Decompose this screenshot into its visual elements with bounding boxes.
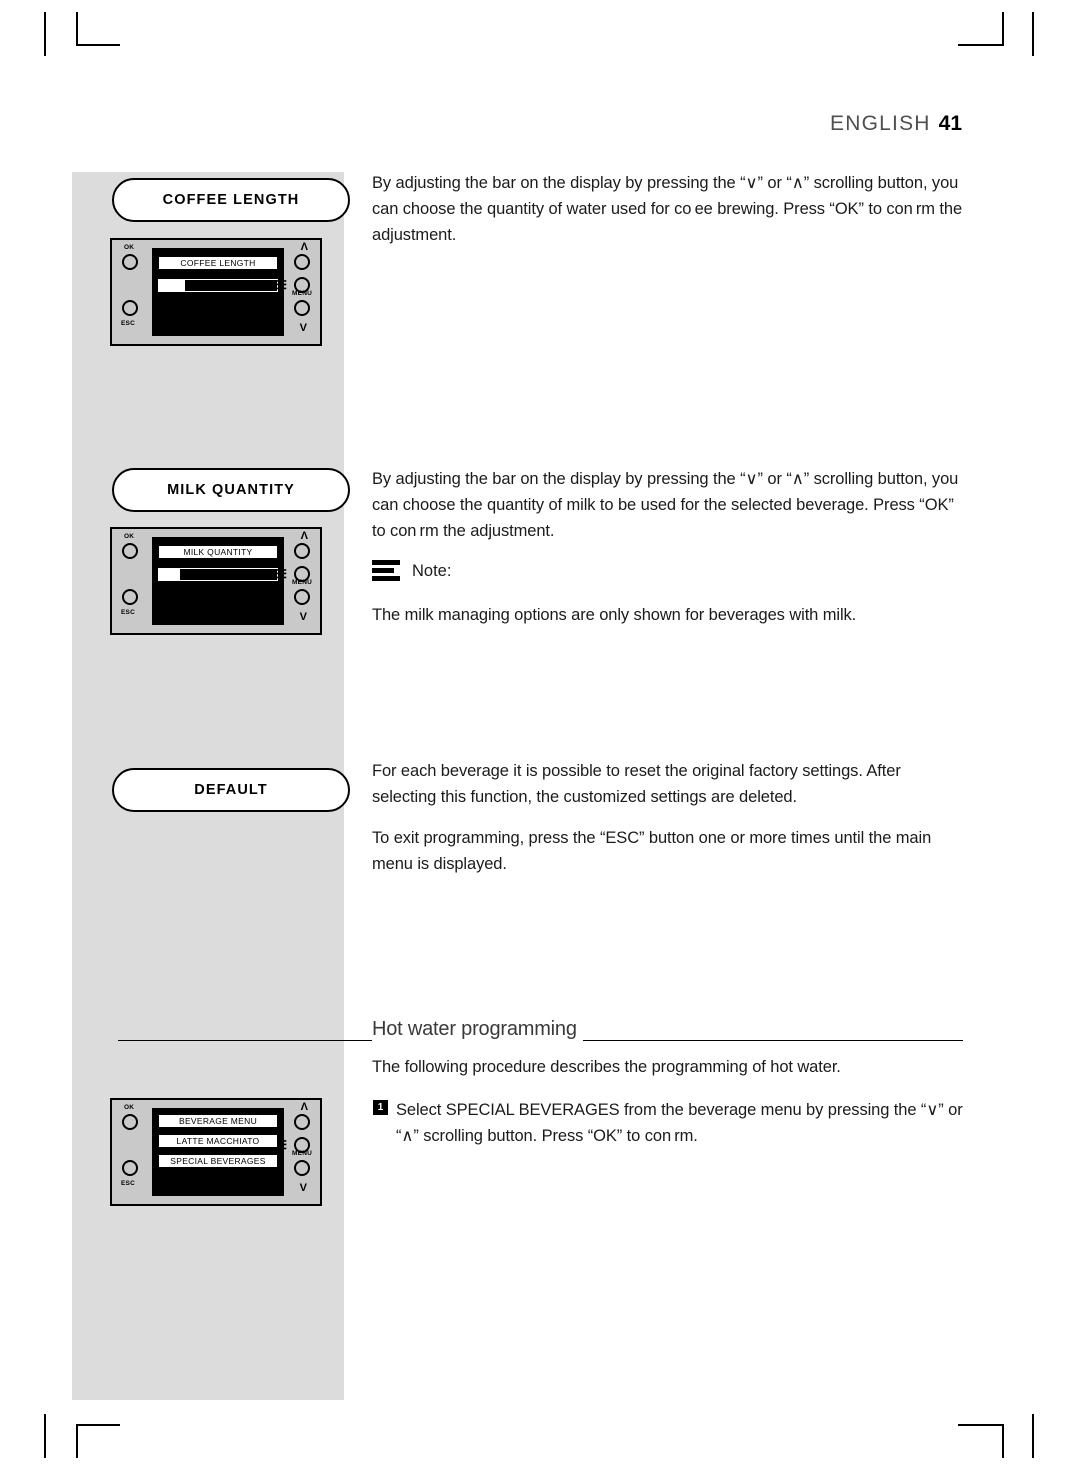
lcd-quantity-bar <box>158 279 278 292</box>
section-pill-label: COFFEE LENGTH <box>162 192 300 208</box>
chevron-up-icon: Λ <box>300 1101 308 1113</box>
esc-label: ESC <box>121 320 135 327</box>
section-pill-coffee-length: COFFEE LENGTH <box>112 178 350 222</box>
hot-water-title: Hot water programming <box>372 1018 583 1041</box>
lcd-line-title: COFFEE LENGTH <box>158 256 278 270</box>
lcd-line-3: SPECIAL BEVERAGES <box>158 1154 278 1168</box>
menu-label: MENU <box>292 579 312 586</box>
crop-mark-bottom-right-vertical <box>1032 1414 1034 1458</box>
crop-mark-bottom-right-v2 <box>1002 1424 1004 1458</box>
crop-mark-top-right-horizontal <box>958 44 1002 46</box>
machine-panel-coffee-length: COFFEE LENGTH OK ESC Λ ☱ MENU V <box>110 238 322 346</box>
panel-screen: BEVERAGE MENU LATTE MACCHIATO SPECIAL BE… <box>152 1108 284 1196</box>
crop-mark-top-left-horizontal <box>76 44 120 46</box>
esc-button[interactable] <box>122 1160 138 1176</box>
ok-label: OK <box>124 533 135 540</box>
hot-water-intro: The following procedure describes the pr… <box>372 1058 841 1076</box>
lcd-quantity-bar <box>158 568 278 581</box>
menu-label: MENU <box>292 1150 312 1157</box>
chevron-down-icon: V <box>299 611 307 623</box>
esc-label: ESC <box>121 1180 135 1187</box>
ok-button[interactable] <box>122 543 138 559</box>
up-scroll-button[interactable] <box>294 254 310 270</box>
esc-button[interactable] <box>122 589 138 605</box>
esc-button[interactable] <box>122 300 138 316</box>
lcd-line-title: MILK QUANTITY <box>158 545 278 559</box>
aroma-icon: ☱ <box>276 567 287 581</box>
lcd-line-1: BEVERAGE MENU <box>158 1114 278 1128</box>
aroma-icon: ☱ <box>276 278 287 292</box>
hot-water-step-text: Select SPECIAL BEVERAGES from the bevera… <box>396 1101 963 1145</box>
paragraph-default-1: For each beverage it is possible to rese… <box>372 762 901 806</box>
up-scroll-button[interactable] <box>294 1114 310 1130</box>
note-icon <box>372 558 400 584</box>
panel-screen: MILK QUANTITY <box>152 537 284 625</box>
ok-button[interactable] <box>122 254 138 270</box>
paragraph-coffee-length: By adjusting the bar on the display by p… <box>372 174 963 244</box>
panel-screen: COFFEE LENGTH <box>152 248 284 336</box>
ok-button[interactable] <box>122 1114 138 1130</box>
esc-label: ESC <box>121 609 135 616</box>
lcd-line-2: LATTE MACCHIATO <box>158 1134 278 1148</box>
section-pill-milk-quantity: MILK QUANTITY <box>112 468 350 512</box>
crop-mark-bottom-left-vertical <box>44 1414 46 1458</box>
crop-mark-top-left-vertical <box>44 12 46 56</box>
note-label: Note: <box>412 561 452 580</box>
ok-label: OK <box>124 1104 135 1111</box>
note-block: Note: <box>372 558 451 584</box>
note-text: The milk managing options are only shown… <box>372 606 857 624</box>
menu-button[interactable] <box>294 300 310 316</box>
chevron-down-icon: V <box>299 1182 307 1194</box>
crop-mark-top-right-h2 <box>1002 12 1004 46</box>
crop-mark-bottom-right-horizontal <box>958 1424 1002 1426</box>
page-header-language: ENGLISH <box>830 112 931 135</box>
machine-panel-milk-quantity: MILK QUANTITY OK ESC Λ ☱ MENU V <box>110 527 322 635</box>
crop-mark-top-left-h2 <box>76 12 78 46</box>
step-number-badge: 1 <box>373 1100 388 1115</box>
page-header: ENGLISH 41 <box>830 112 962 136</box>
menu-label: MENU <box>292 290 312 297</box>
ok-label: OK <box>124 244 135 251</box>
crop-mark-bottom-left-horizontal <box>76 1424 120 1426</box>
menu-button[interactable] <box>294 589 310 605</box>
paragraph-default-2: To exit programming, press the “ESC” but… <box>372 829 932 873</box>
up-scroll-button[interactable] <box>294 543 310 559</box>
chevron-up-icon: Λ <box>300 241 308 253</box>
menu-button[interactable] <box>294 1160 310 1176</box>
crop-mark-bottom-left-v2 <box>76 1424 78 1458</box>
aroma-icon: ☱ <box>276 1138 287 1152</box>
section-pill-label: DEFAULT <box>194 782 268 798</box>
crop-mark-top-right-vertical <box>1032 12 1034 56</box>
chevron-up-icon: Λ <box>300 530 308 542</box>
section-pill-default: DEFAULT <box>112 768 350 812</box>
page-number: 41 <box>938 112 962 135</box>
machine-panel-beverage-menu: BEVERAGE MENU LATTE MACCHIATO SPECIAL BE… <box>110 1098 322 1206</box>
chevron-down-icon: V <box>299 322 307 334</box>
section-pill-label: MILK QUANTITY <box>167 482 295 498</box>
paragraph-milk-quantity: By adjusting the bar on the display by p… <box>372 470 959 540</box>
